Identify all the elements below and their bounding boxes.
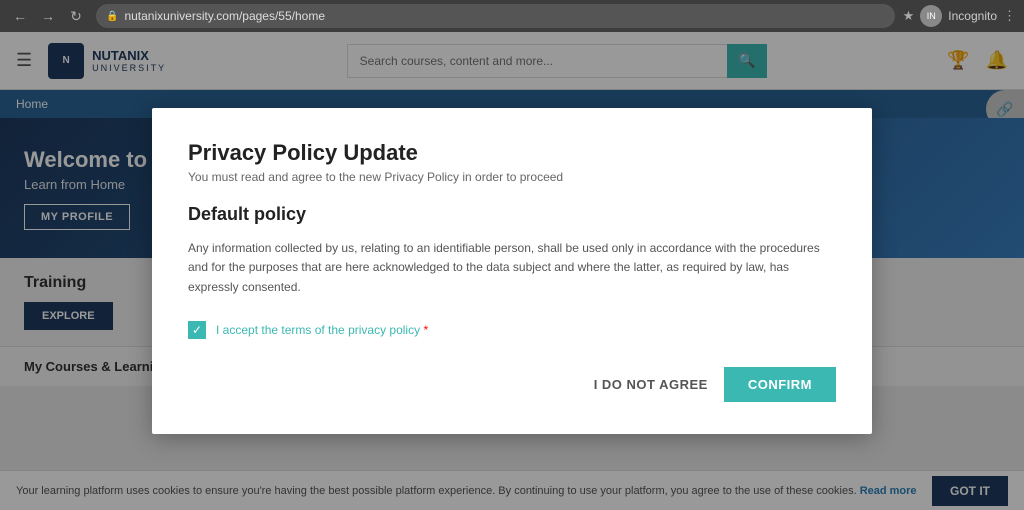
checkbox-check-icon: ✓ bbox=[192, 323, 202, 337]
reload-button[interactable]: ↻ bbox=[64, 4, 88, 28]
url-text: nutanixuniversity.com/pages/55/home bbox=[124, 9, 325, 23]
modal-actions: I DO NOT AGREE CONFIRM bbox=[188, 367, 836, 402]
incognito-label: Incognito bbox=[948, 9, 997, 23]
address-bar[interactable]: 🔒 nutanixuniversity.com/pages/55/home bbox=[96, 4, 895, 28]
browser-actions: ★ IN Incognito ⋮ bbox=[903, 5, 1016, 27]
modal-body-text: Any information collected by us, relatin… bbox=[188, 239, 836, 297]
back-button[interactable]: ← bbox=[8, 4, 32, 28]
star-icon[interactable]: ★ bbox=[903, 8, 915, 24]
modal-policy-title: Default policy bbox=[188, 204, 836, 225]
do-not-agree-button[interactable]: I DO NOT AGREE bbox=[594, 377, 708, 392]
page-background: ☰ N NUTANIX UNIVERSITY 🔍 🏆 🔔 🔗 Home bbox=[0, 32, 1024, 510]
menu-dots-icon[interactable]: ⋮ bbox=[1003, 8, 1016, 24]
avatar: IN bbox=[920, 5, 942, 27]
confirm-button[interactable]: CONFIRM bbox=[724, 367, 836, 402]
modal-checkbox-area: ✓ I accept the terms of the privacy poli… bbox=[188, 321, 836, 339]
forward-button[interactable]: → bbox=[36, 4, 60, 28]
privacy-policy-modal: Privacy Policy Update You must read and … bbox=[152, 108, 872, 434]
modal-title: Privacy Policy Update bbox=[188, 140, 836, 166]
required-marker: * bbox=[423, 323, 428, 337]
accept-terms-label[interactable]: I accept the terms of the privacy policy… bbox=[216, 323, 428, 337]
modal-overlay: Privacy Policy Update You must read and … bbox=[0, 32, 1024, 510]
browser-chrome: ← → ↻ 🔒 nutanixuniversity.com/pages/55/h… bbox=[0, 0, 1024, 32]
browser-nav-buttons: ← → ↻ bbox=[8, 4, 88, 28]
accept-terms-checkbox[interactable]: ✓ bbox=[188, 321, 206, 339]
lock-icon: 🔒 bbox=[106, 11, 118, 22]
modal-subtitle: You must read and agree to the new Priva… bbox=[188, 170, 836, 184]
